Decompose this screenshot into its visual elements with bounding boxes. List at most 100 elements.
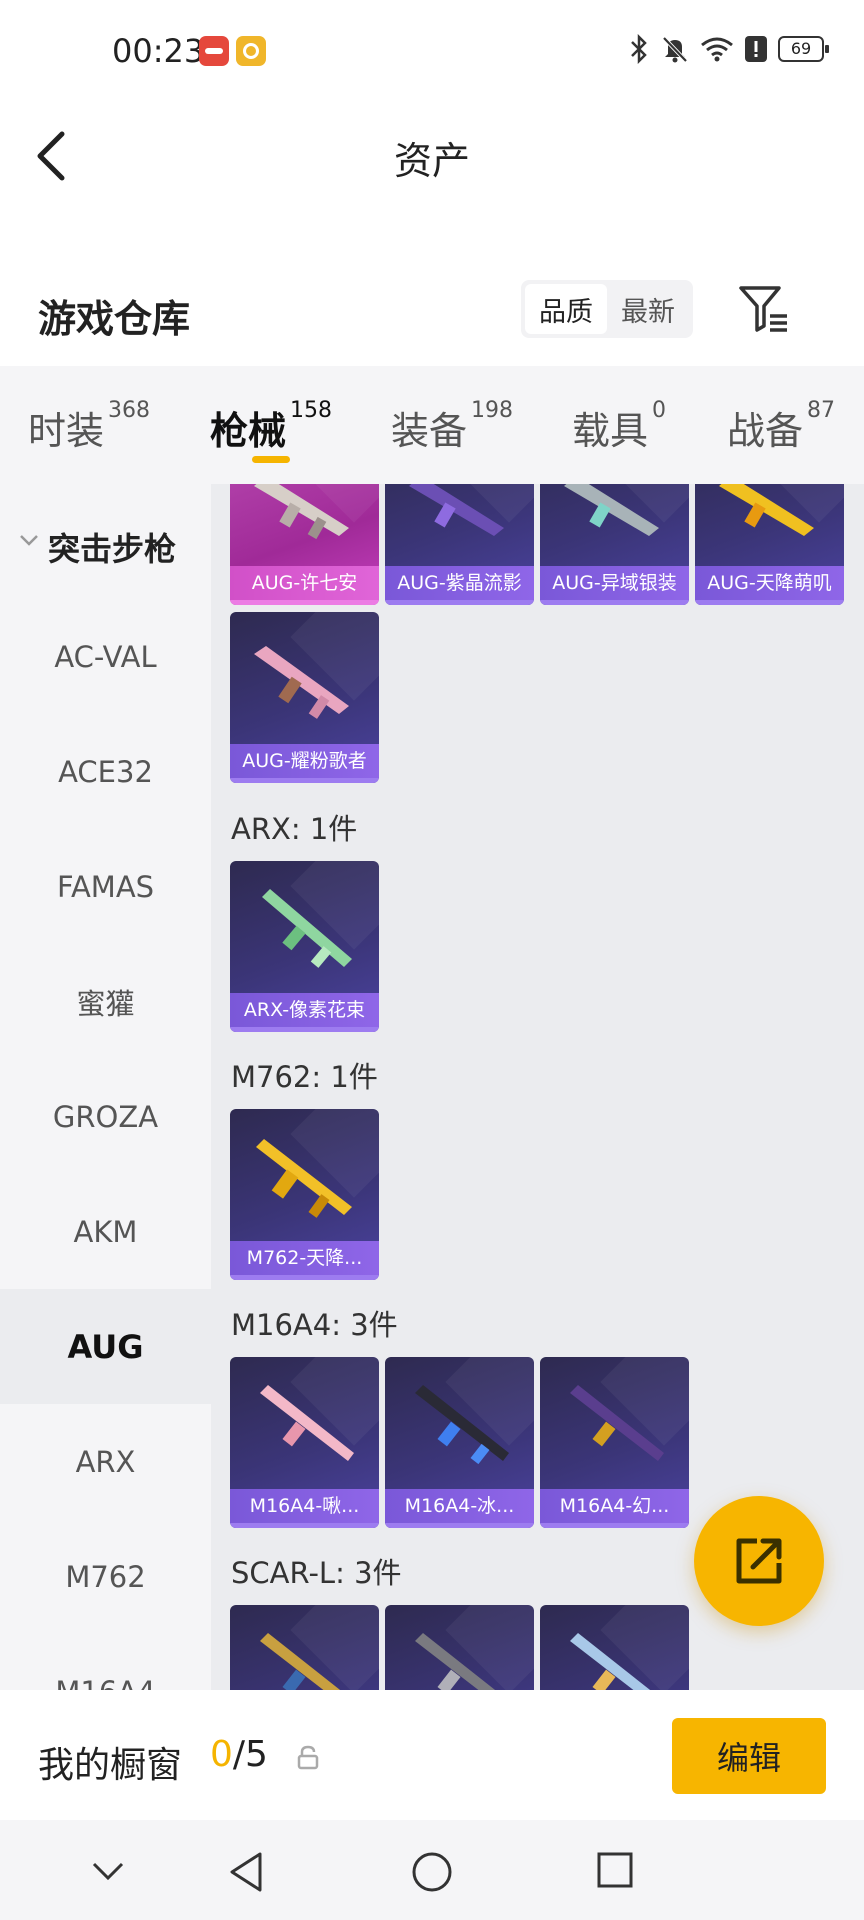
category-tabs: 时装 368 枪械 158 装备 198 载具 0 战备 87 <box>0 366 864 484</box>
section-title-m762: M762: 1件 <box>231 1060 378 1094</box>
tab-label: 枪械 <box>210 409 287 453</box>
page-title: 资产 <box>393 139 470 183</box>
showcase-current: 0 <box>210 1734 233 1775</box>
tab-label: 时装 <box>28 409 105 453</box>
weapon-card[interactable]: ARX-像素花束 <box>230 861 379 1032</box>
weapon-card[interactable]: M16A4-啾... <box>230 1357 379 1528</box>
sidebar-item-ac-val[interactable]: AC-VAL <box>0 599 211 714</box>
sidebar-item-m16a4[interactable]: M16A4 <box>0 1634 211 1691</box>
weapon-card[interactable] <box>385 1605 534 1690</box>
weapon-card-label: AUG-耀粉歌者 <box>230 744 379 778</box>
weapon-sidebar: 突击步枪 AC-VAL ACE32 FAMAS 蜜獾 GROZA AKM AUG… <box>0 484 211 1690</box>
weapon-card-label: M762-天降... <box>230 1241 379 1275</box>
weapon-card-label: M16A4-冰... <box>385 1489 534 1523</box>
share-icon <box>736 1538 782 1584</box>
rifle-icon <box>260 1385 354 1461</box>
rifle-icon <box>415 1385 509 1465</box>
weapon-card[interactable] <box>230 1605 379 1690</box>
tab-guns[interactable]: 枪械 158 <box>210 398 333 455</box>
rifle-icon <box>262 889 352 968</box>
tab-outfits[interactable]: 时装 368 <box>28 398 151 455</box>
huawei-app-icon <box>199 36 229 66</box>
tab-supplies[interactable]: 战备 87 <box>727 398 836 455</box>
weapon-card[interactable]: M762-天降... <box>230 1109 379 1280</box>
mute-icon <box>662 36 688 63</box>
sidebar-item-arx[interactable]: ARX <box>0 1404 211 1519</box>
weapon-card[interactable]: AUG-许七安 <box>230 484 379 605</box>
sidebar-item-akm[interactable]: AKM <box>0 1174 211 1289</box>
rifle-icon <box>409 484 504 536</box>
sidebar-item-famas[interactable]: FAMAS <box>0 829 211 944</box>
tab-label: 战备 <box>727 409 804 453</box>
weapon-card[interactable]: M16A4-幻... <box>540 1357 689 1528</box>
weapon-card[interactable]: AUG-紫晶流影 <box>385 484 534 605</box>
sidebar-item-groza[interactable]: GROZA <box>0 1059 211 1174</box>
tab-label: 装备 <box>391 409 468 453</box>
lock-icon <box>297 1745 319 1770</box>
weapon-card[interactable]: AUG-异域银装 <box>540 484 689 605</box>
home-circle-icon[interactable] <box>410 1850 454 1894</box>
weapon-card-label: AUG-许七安 <box>230 566 379 600</box>
sidebar-item-honey-badger[interactable]: 蜜獾 <box>0 944 211 1059</box>
rifle-icon <box>256 1139 352 1218</box>
header: 资产 <box>0 100 864 210</box>
tab-count: 158 <box>290 398 333 423</box>
rifle-icon <box>254 646 349 719</box>
sidebar-item-aug[interactable]: AUG <box>0 1289 211 1404</box>
rifle-icon <box>570 1633 651 1690</box>
tab-count: 198 <box>471 398 514 423</box>
active-tab-indicator <box>252 456 290 463</box>
rifle-icon <box>415 1633 496 1690</box>
section-title-arx: ARX: 1件 <box>231 812 358 846</box>
recents-square-icon[interactable] <box>595 1850 635 1890</box>
alert-icon <box>745 36 767 62</box>
warehouse-title: 游戏仓库 <box>38 297 191 341</box>
sidebar-group-label: 突击步枪 <box>48 530 177 568</box>
tab-count: 87 <box>807 398 836 423</box>
section-title-scar-l: SCAR-L: 3件 <box>231 1556 402 1590</box>
weapon-card-label: AUG-异域银装 <box>540 566 689 600</box>
edit-button[interactable]: 编辑 <box>672 1718 826 1794</box>
bluetooth-icon <box>631 34 647 64</box>
sidebar-item-ace32[interactable]: ACE32 <box>0 714 211 829</box>
sort-quality[interactable]: 品质 <box>525 284 607 334</box>
battery-icon: 69 <box>778 36 829 62</box>
back-triangle-icon[interactable] <box>226 1850 266 1894</box>
weapon-card-label: AUG-紫晶流影 <box>385 566 534 600</box>
tab-count: 0 <box>652 398 667 423</box>
chevron-down-icon <box>20 535 38 546</box>
showcase-total: /5 <box>232 1734 268 1775</box>
weapon-card[interactable]: AUG-耀粉歌者 <box>230 612 379 783</box>
chevron-down-icon[interactable] <box>90 1850 126 1890</box>
weapon-card[interactable]: AUG-天降萌叽 <box>695 484 844 605</box>
sidebar-group-assault-rifles[interactable]: 突击步枪 <box>0 484 211 599</box>
weapon-card-label: M16A4-啾... <box>230 1489 379 1523</box>
showcase-count: 0/5 <box>210 1734 268 1775</box>
rifle-icon <box>564 484 659 536</box>
status-bar: 00:23 69 <box>0 0 864 100</box>
status-icons: 69 <box>628 34 829 64</box>
tab-vehicles[interactable]: 载具 0 <box>572 398 667 455</box>
weapon-card[interactable]: M16A4-冰... <box>385 1357 534 1528</box>
rifle-icon <box>254 484 349 540</box>
system-nav-bar <box>0 1820 864 1920</box>
showcase-bar: 我的橱窗 0/5 编辑 <box>0 1690 864 1820</box>
game-app-icon <box>236 36 266 66</box>
tab-label: 载具 <box>572 409 649 453</box>
section-title-m16a4: M16A4: 3件 <box>231 1308 398 1342</box>
rifle-icon <box>260 1633 341 1690</box>
tab-equipment[interactable]: 装备 198 <box>391 398 514 455</box>
showcase-label: 我的橱窗 <box>38 1745 183 1786</box>
wifi-icon <box>701 37 733 62</box>
weapon-card[interactable] <box>540 1605 689 1690</box>
rifle-icon <box>719 484 814 536</box>
tab-count: 368 <box>108 398 151 423</box>
warehouse-row: 游戏仓库 品质 最新 <box>0 270 864 365</box>
sort-newest[interactable]: 最新 <box>607 284 689 334</box>
sidebar-item-m762[interactable]: M762 <box>0 1519 211 1634</box>
status-time: 00:23 <box>112 32 205 70</box>
share-fab-button[interactable] <box>694 1496 824 1626</box>
sort-toggle: 品质 最新 <box>521 280 693 338</box>
filter-icon[interactable] <box>737 282 791 336</box>
weapon-card-label: M16A4-幻... <box>540 1489 689 1523</box>
